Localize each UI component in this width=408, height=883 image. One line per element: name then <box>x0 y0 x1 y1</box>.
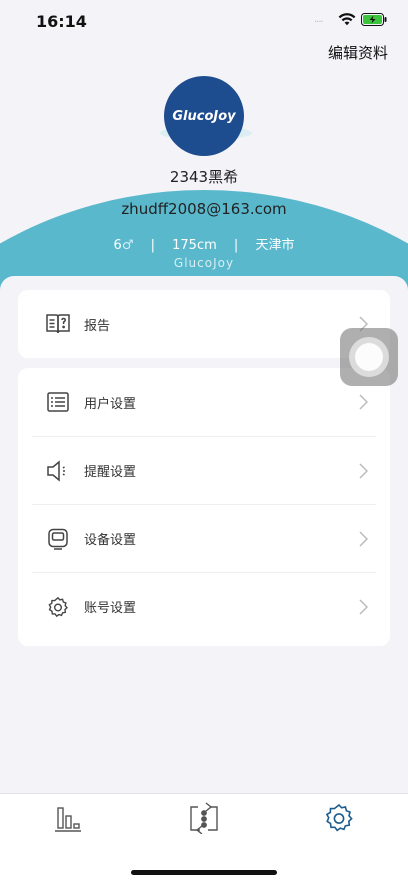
settings-card: 用户设置 提醒设置 设备设置 账号设置 <box>18 368 390 646</box>
brand-watermark: GlucoJoy <box>173 256 235 270</box>
avatar[interactable]: GlucoJoy <box>164 76 244 156</box>
menu-label-report: 报告 <box>84 318 111 334</box>
speaker-icon <box>46 459 70 483</box>
profile-info-row: 6♂ | 175cm | 天津市 <box>0 234 408 253</box>
wifi-icon <box>338 13 356 26</box>
menu-item-device-settings[interactable]: 设备设置 <box>32 504 376 572</box>
height-value: 175cm <box>172 238 217 253</box>
username: 2343黑希 <box>169 168 239 186</box>
report-card: 报告 <box>18 290 390 358</box>
device-icon <box>46 527 70 551</box>
sync-icon[interactable] <box>188 802 220 834</box>
battery-icon <box>361 13 387 26</box>
menu-label-account-settings: 账号设置 <box>84 601 137 616</box>
menu-label-user-settings: 用户设置 <box>84 396 137 412</box>
separator: | <box>233 238 239 253</box>
gender-icon: ♂ <box>121 238 134 253</box>
edit-profile-button[interactable]: 编辑资料 <box>328 42 388 63</box>
status-time: 16:14 <box>36 12 87 31</box>
email: zhudff2008@163.com <box>121 200 287 218</box>
menu-item-report[interactable]: 报告 <box>18 290 390 358</box>
menu-item-user-settings[interactable]: 用户设置 <box>32 368 376 436</box>
menu-label-reminder-settings: 提醒设置 <box>84 465 137 480</box>
city-value: 天津市 <box>255 238 295 253</box>
list-icon <box>46 390 70 414</box>
signal-dots-icon: ···· <box>314 17 324 28</box>
gear-icon[interactable] <box>323 802 355 834</box>
book-icon <box>46 312 70 336</box>
bar-chart-icon[interactable] <box>52 802 84 834</box>
assistive-touch-core <box>355 343 383 371</box>
separator: | <box>150 238 155 253</box>
chevron-right-icon <box>359 394 368 410</box>
avatar-logo-text: GlucoJoy <box>172 108 236 124</box>
chevron-right-icon <box>359 463 368 479</box>
status-bar: 16:14 ···· <box>0 0 408 44</box>
menu-item-account-settings[interactable]: 账号设置 <box>32 572 376 640</box>
chevron-right-icon <box>359 599 368 615</box>
assistive-touch-button[interactable] <box>340 328 398 386</box>
menu-label-device-settings: 设备设置 <box>84 533 137 548</box>
tab-bar <box>0 793 408 883</box>
gear-icon <box>46 595 70 619</box>
menu-item-reminder-settings[interactable]: 提醒设置 <box>32 436 376 504</box>
assistive-touch-ring <box>349 337 389 377</box>
home-indicator <box>131 870 277 875</box>
age-value: 6 <box>113 238 122 253</box>
chevron-right-icon <box>359 531 368 547</box>
